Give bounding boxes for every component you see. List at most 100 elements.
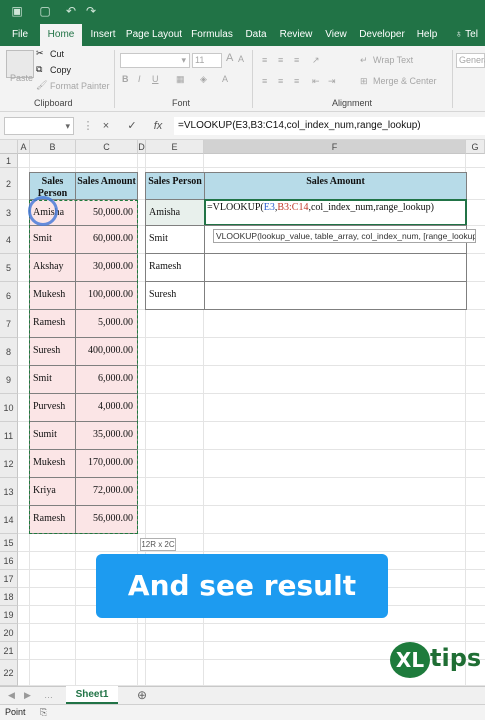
column-header-f[interactable]: F bbox=[204, 140, 466, 154]
tab-developer[interactable]: Developer bbox=[356, 24, 408, 46]
tab-tell-me[interactable]: ♁ Tel bbox=[448, 24, 485, 46]
align-left-icon[interactable]: ≡ bbox=[262, 76, 267, 86]
align-right-icon[interactable]: ≡ bbox=[294, 76, 299, 86]
row-header[interactable]: 4 bbox=[0, 226, 18, 254]
column-header-g[interactable]: G bbox=[466, 140, 485, 154]
redo-icon[interactable]: ↷ bbox=[84, 4, 98, 18]
tab-view[interactable]: View bbox=[320, 24, 352, 46]
add-sheet-icon[interactable]: ⊕ bbox=[137, 688, 147, 702]
format-painter-icon[interactable]: 🖌 bbox=[36, 80, 47, 91]
font-name-select[interactable]: ▾ bbox=[120, 53, 190, 68]
row-header[interactable]: 8 bbox=[0, 338, 18, 366]
wrap-text-icon[interactable]: ↵ bbox=[360, 55, 368, 66]
row-header[interactable]: 15 bbox=[0, 534, 18, 552]
formula-input[interactable]: =VLOOKUP(E3,B3:C14,col_index_num,range_l… bbox=[174, 117, 485, 135]
row-header[interactable]: 10 bbox=[0, 394, 18, 422]
undo-icon[interactable]: ↶ bbox=[64, 4, 78, 18]
format-painter-button[interactable]: Format Painter bbox=[50, 81, 110, 91]
cut-button[interactable]: Cut bbox=[50, 49, 64, 59]
table2-name-cell[interactable]: Amisha bbox=[145, 199, 205, 226]
copy-button[interactable]: Copy bbox=[50, 65, 71, 75]
row-header[interactable]: 1 bbox=[0, 154, 18, 168]
select-all-corner[interactable] bbox=[0, 140, 18, 154]
divider bbox=[114, 50, 115, 108]
grow-font-icon[interactable]: A bbox=[226, 52, 233, 64]
column-header-d[interactable]: D bbox=[138, 140, 146, 154]
cut-icon[interactable]: ✂ bbox=[36, 48, 44, 59]
divider bbox=[252, 50, 253, 108]
prev-sheet-icon[interactable]: ◀ bbox=[8, 690, 15, 701]
table2-header-amount[interactable]: Sales Amount bbox=[204, 172, 467, 201]
tab-review[interactable]: Review bbox=[276, 24, 316, 46]
font-color-icon[interactable]: A bbox=[222, 74, 228, 84]
sheet-tab-sheet1[interactable]: Sheet1 bbox=[66, 686, 118, 704]
next-sheet-icon[interactable]: ▶ bbox=[24, 690, 31, 701]
row-header[interactable]: 21 bbox=[0, 642, 18, 660]
wrap-text-button[interactable]: Wrap Text bbox=[373, 55, 413, 65]
shrink-font-icon[interactable]: A bbox=[238, 54, 244, 64]
tab-data[interactable]: Data bbox=[240, 24, 272, 46]
row-header[interactable]: 11 bbox=[0, 422, 18, 450]
row-header[interactable]: 20 bbox=[0, 624, 18, 642]
accessibility-icon[interactable]: ⎘ bbox=[40, 707, 47, 718]
active-edit-cell[interactable]: =VLOOKUP(E3,B3:C14,col_index_num,range_l… bbox=[204, 199, 467, 226]
column-header-c[interactable]: C bbox=[76, 140, 138, 154]
save-icon[interactable]: ▢ bbox=[38, 4, 52, 18]
cancel-icon[interactable]: × bbox=[96, 116, 116, 136]
increase-indent-icon[interactable]: ⇥ bbox=[328, 76, 336, 87]
row-header[interactable]: 2 bbox=[0, 168, 18, 200]
tab-help[interactable]: Help bbox=[412, 24, 442, 46]
align-center-icon[interactable]: ≡ bbox=[278, 76, 283, 86]
row-header[interactable]: 16 bbox=[0, 552, 18, 570]
row-header[interactable]: 14 bbox=[0, 506, 18, 534]
tab-formulas[interactable]: Formulas bbox=[188, 24, 236, 46]
row-header[interactable]: 13 bbox=[0, 478, 18, 506]
merge-center-icon[interactable]: ⊞ bbox=[360, 76, 368, 87]
decrease-indent-icon[interactable]: ⇤ bbox=[312, 76, 320, 87]
bold-icon[interactable]: B bbox=[122, 74, 129, 84]
insert-function-icon[interactable]: fx bbox=[148, 116, 168, 136]
row-header[interactable]: 9 bbox=[0, 366, 18, 394]
table2-amount-cell[interactable] bbox=[204, 253, 467, 282]
row-header[interactable]: 5 bbox=[0, 254, 18, 282]
enter-icon[interactable]: ✓ bbox=[122, 116, 142, 136]
name-box[interactable]: ▾ bbox=[4, 117, 74, 135]
borders-icon[interactable]: ▦ bbox=[176, 74, 185, 85]
align-top-icon[interactable]: ≡ bbox=[262, 55, 267, 65]
tab-insert[interactable]: Insert bbox=[86, 24, 120, 46]
fill-color-icon[interactable]: ◈ bbox=[200, 74, 207, 85]
copy-icon[interactable]: ⧉ bbox=[36, 64, 42, 75]
italic-icon[interactable]: I bbox=[138, 74, 141, 84]
column-header-b[interactable]: B bbox=[30, 140, 76, 154]
row-header[interactable]: 17 bbox=[0, 570, 18, 588]
row-header[interactable]: 6 bbox=[0, 282, 18, 310]
paste-button[interactable]: Paste bbox=[10, 73, 33, 83]
ribbon-tabs: File Home Insert Page Layout Formulas Da… bbox=[0, 24, 485, 46]
table2-name-cell[interactable]: Suresh bbox=[145, 281, 205, 310]
tab-file[interactable]: File bbox=[4, 24, 36, 46]
table2-header-person[interactable]: Sales Person bbox=[145, 172, 205, 201]
orientation-icon[interactable]: ↗ bbox=[312, 55, 320, 66]
tab-home[interactable]: Home bbox=[40, 24, 82, 46]
align-middle-icon[interactable]: ≡ bbox=[278, 55, 283, 65]
row-header[interactable]: 7 bbox=[0, 310, 18, 338]
font-size-select[interactable]: 11 bbox=[192, 53, 222, 68]
row-header[interactable]: 3 bbox=[0, 200, 18, 226]
more-sheets-icon[interactable]: … bbox=[44, 690, 53, 700]
column-header-a[interactable]: A bbox=[18, 140, 30, 154]
table2-name-cell[interactable]: Smit bbox=[145, 225, 205, 254]
merge-center-button[interactable]: Merge & Center bbox=[373, 76, 437, 86]
row-header[interactable]: 19 bbox=[0, 606, 18, 624]
align-bottom-icon[interactable]: ≡ bbox=[294, 55, 299, 65]
row-header[interactable]: 18 bbox=[0, 588, 18, 606]
autosave-icon[interactable]: ▣ bbox=[10, 4, 24, 18]
underline-icon[interactable]: U bbox=[152, 74, 159, 84]
column-header-e[interactable]: E bbox=[146, 140, 204, 154]
tab-page-layout[interactable]: Page Layout bbox=[124, 24, 184, 46]
row-header[interactable]: 22 bbox=[0, 660, 18, 686]
table2-name-cell[interactable]: Ramesh bbox=[145, 253, 205, 282]
table1-header-amount[interactable]: Sales Amount bbox=[75, 172, 138, 201]
row-header[interactable]: 12 bbox=[0, 450, 18, 478]
table2-amount-cell[interactable] bbox=[204, 281, 467, 310]
number-format-select[interactable]: General bbox=[456, 53, 485, 68]
